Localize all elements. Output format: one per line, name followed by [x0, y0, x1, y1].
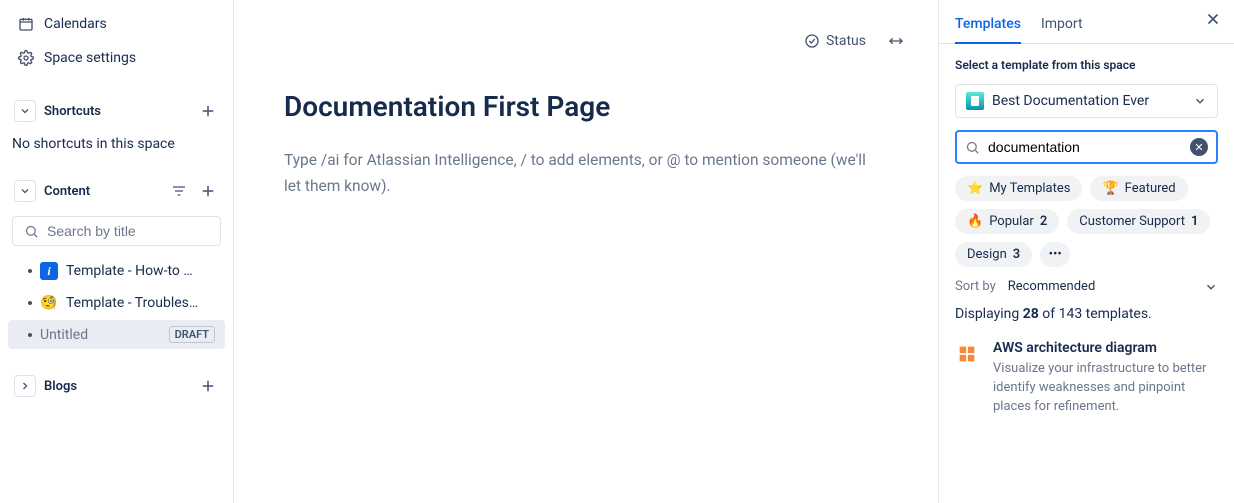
shortcuts-toggle[interactable]: [14, 100, 36, 122]
search-icon: [965, 140, 980, 155]
chip-label: Design: [967, 247, 1007, 262]
more-icon: •••: [1049, 247, 1062, 262]
nav-space-settings[interactable]: Space settings: [8, 42, 225, 74]
chip-count: 1: [1191, 214, 1198, 229]
editor-area[interactable]: Documentation First Page Type /ai for At…: [234, 66, 938, 200]
shortcuts-header: Shortcuts: [8, 92, 225, 130]
chevron-down-icon: [1193, 94, 1207, 108]
chip-count: 2: [1040, 214, 1047, 229]
blogs-toggle[interactable]: [14, 375, 36, 397]
panel-body: Select a template from this space Best D…: [939, 44, 1234, 431]
template-title: AWS architecture diagram: [993, 340, 1218, 356]
nav-calendars[interactable]: Calendars: [8, 8, 225, 40]
magnify-face-icon: 🧐: [40, 294, 58, 312]
bullet-icon: [28, 269, 32, 273]
status-button[interactable]: Status: [804, 33, 866, 49]
blogs-header: Blogs: [8, 367, 225, 405]
template-search[interactable]: ✕: [955, 130, 1218, 164]
editor-placeholder: Type /ai for Atlassian Intelligence, / t…: [284, 147, 874, 200]
sort-row: Sort by Recommended: [955, 279, 1218, 294]
nav-calendars-label: Calendars: [44, 16, 107, 32]
template-item-aws[interactable]: AWS architecture diagram Visualize your …: [955, 334, 1218, 417]
templates-panel: Templates Import Select a template from …: [938, 0, 1234, 503]
content-search-input[interactable]: [47, 223, 228, 239]
draft-badge: DRAFT: [169, 326, 215, 343]
chip-design[interactable]: Design 3: [955, 242, 1032, 267]
space-select[interactable]: Best Documentation Ever: [955, 84, 1218, 118]
editor-top-actions: Status: [234, 0, 938, 66]
blogs-title: Blogs: [44, 379, 77, 394]
calendar-icon: [18, 16, 34, 32]
chip-label: Popular: [989, 214, 1034, 229]
select-template-label: Select a template from this space: [955, 58, 1218, 72]
content-search[interactable]: [12, 216, 221, 246]
expand-width-button[interactable]: [886, 33, 906, 49]
template-search-input[interactable]: [988, 139, 1182, 155]
space-icon: [966, 92, 984, 110]
clear-search-button[interactable]: ✕: [1190, 138, 1208, 156]
chip-featured[interactable]: 🏆 Featured: [1090, 176, 1187, 201]
chip-count: 3: [1013, 247, 1020, 262]
nav-space-settings-label: Space settings: [44, 50, 136, 66]
tree-item-label: Untitled: [40, 327, 161, 343]
tree-item-untitled[interactable]: Untitled DRAFT: [8, 320, 225, 349]
chip-label: My Templates: [989, 181, 1070, 196]
search-icon: [23, 223, 39, 239]
sidebar: Calendars Space settings Shortcuts No sh…: [0, 0, 234, 503]
content-toggle[interactable]: [14, 180, 36, 202]
sort-label: Sort by: [955, 279, 996, 294]
fire-icon: 🔥: [967, 214, 983, 229]
star-icon: ⭐: [967, 181, 983, 196]
chip-more[interactable]: •••: [1040, 242, 1070, 267]
tree-item-template-troubleshoot[interactable]: 🧐 Template - Troubles…: [8, 288, 225, 318]
tab-templates[interactable]: Templates: [955, 10, 1021, 44]
tree-item-template-howto[interactable]: i Template - How-to …: [8, 256, 225, 286]
status-label: Status: [826, 33, 866, 49]
chevron-down-icon[interactable]: [1204, 280, 1218, 294]
shortcuts-title: Shortcuts: [44, 104, 101, 119]
info-icon: i: [40, 262, 58, 280]
bullet-icon: [28, 301, 32, 305]
space-name: Best Documentation Ever: [992, 93, 1185, 109]
template-desc: Visualize your infrastructure to better …: [993, 360, 1218, 417]
results-count: Displaying 28 of 143 templates.: [955, 306, 1218, 322]
sort-value[interactable]: Recommended: [1008, 279, 1192, 294]
editor-main: Status Documentation First Page Type /ai…: [234, 0, 938, 503]
tab-import[interactable]: Import: [1041, 10, 1083, 44]
tree-item-label: Template - Troubles…: [66, 295, 215, 311]
bullet-icon: [28, 333, 32, 337]
panel-tabs: Templates Import: [939, 0, 1234, 44]
add-content-button[interactable]: [197, 180, 219, 202]
chip-my-templates[interactable]: ⭐ My Templates: [955, 176, 1082, 201]
template-categories: ⭐ My Templates 🏆 Featured 🔥 Popular 2 Cu…: [955, 176, 1218, 267]
page-title[interactable]: Documentation First Page: [284, 90, 878, 123]
add-blog-button[interactable]: [197, 375, 219, 397]
content-filter-button[interactable]: [169, 181, 189, 201]
shortcuts-empty-text: No shortcuts in this space: [8, 132, 225, 162]
status-circle-icon: [804, 33, 820, 49]
template-icon: [955, 342, 979, 366]
chip-label: Customer Support: [1079, 214, 1185, 229]
gear-icon: [18, 50, 34, 66]
chip-customer-support[interactable]: Customer Support 1: [1067, 209, 1210, 234]
tree-item-label: Template - How-to …: [66, 263, 215, 279]
chip-label: Featured: [1125, 181, 1176, 196]
template-text: AWS architecture diagram Visualize your …: [993, 340, 1218, 417]
trophy-icon: 🏆: [1102, 181, 1118, 196]
content-header: Content: [8, 172, 225, 210]
add-shortcut-button[interactable]: [197, 100, 219, 122]
content-title: Content: [44, 184, 90, 199]
chip-popular[interactable]: 🔥 Popular 2: [955, 209, 1059, 234]
